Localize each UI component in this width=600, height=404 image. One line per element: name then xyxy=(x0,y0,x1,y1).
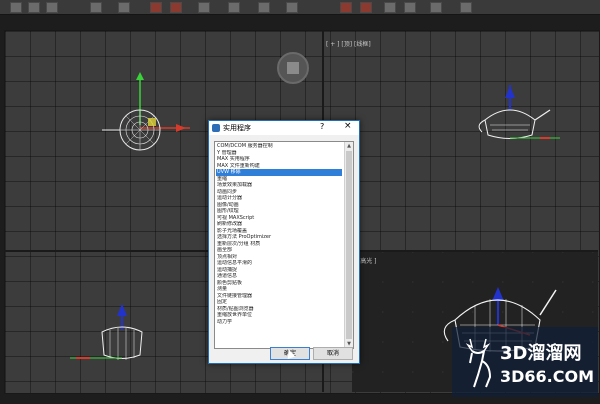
main-toolbar xyxy=(0,0,600,15)
utilities-list: COM/DCOM 服务器控制 Y 管理器 MAX 实用程序 MAX 文件重新构建 UVW… xyxy=(216,143,342,325)
utilities-listbox[interactable]: COM/DCOM 服务器控制 Y 管理器 MAX 实用程序 MAX 文件重新构建 UVW… xyxy=(214,141,354,349)
app-icon xyxy=(212,124,220,132)
toolbar-tool-icon[interactable] xyxy=(28,2,40,13)
deer-logo-icon xyxy=(465,338,492,388)
watermark-url: 3D66.COM xyxy=(500,367,595,386)
toolbar-tool-icon[interactable] xyxy=(10,2,22,13)
teapot-wireframe-left[interactable] xyxy=(470,80,560,150)
list-item[interactable]: 动力学 xyxy=(216,319,342,326)
scroll-up-icon[interactable]: ▲ xyxy=(346,143,352,149)
viewcube-face[interactable] xyxy=(287,62,299,74)
watermark: 3D溜溜网 3D66.COM xyxy=(452,327,598,397)
toolbar-tool-icon[interactable] xyxy=(430,2,442,13)
toolbar-tool-icon[interactable] xyxy=(228,2,240,13)
viewcube-icon[interactable] xyxy=(277,52,309,84)
toolbar-tool-icon[interactable] xyxy=(286,2,298,13)
toolbar-tool-icon[interactable] xyxy=(150,2,162,13)
toolbar-tool-icon[interactable] xyxy=(384,2,396,13)
watermark-brand: 3D溜溜网 xyxy=(500,343,582,364)
dialog-title-bar[interactable]: 实用程序 ? × xyxy=(209,121,359,135)
teapot-wireframe-front[interactable] xyxy=(100,70,195,160)
close-icon[interactable]: × xyxy=(344,121,352,131)
toolbar-tool-icon[interactable] xyxy=(198,2,210,13)
toolbar-tool-icon[interactable] xyxy=(118,2,130,13)
teapot-wireframe-bottom-left[interactable] xyxy=(70,300,160,370)
toolbar-tool-icon[interactable] xyxy=(258,2,270,13)
toolbar-tool-icon[interactable] xyxy=(404,2,416,13)
toolbar-tool-icon[interactable] xyxy=(360,2,372,13)
toolbar-tool-icon[interactable] xyxy=(46,2,58,13)
toolbar-tool-icon[interactable] xyxy=(90,2,102,13)
toolbar-tool-icon[interactable] xyxy=(460,2,472,13)
utilities-dialog: 实用程序 ? × COM/DCOM 服务器控制 Y 管理器 MAX 实用程序 MAX … xyxy=(208,120,360,364)
toolbar-tool-icon[interactable] xyxy=(170,2,182,13)
toolbar-tool-icon[interactable] xyxy=(340,2,352,13)
viewport-label[interactable]: [ + ] [顶] [线框] xyxy=(326,39,371,48)
cancel-button[interactable]: 取消 xyxy=(313,347,353,360)
dialog-title: 实用程序 xyxy=(223,124,251,132)
list-scrollbar[interactable]: ▲ ▼ xyxy=(344,142,353,348)
max-window: [ + ] [顶] [线框] [ 高光 ] 实用程序 ? × COM/DCOM … xyxy=(0,0,600,404)
help-icon[interactable]: ? xyxy=(320,122,324,131)
scroll-thumb[interactable] xyxy=(346,151,352,339)
